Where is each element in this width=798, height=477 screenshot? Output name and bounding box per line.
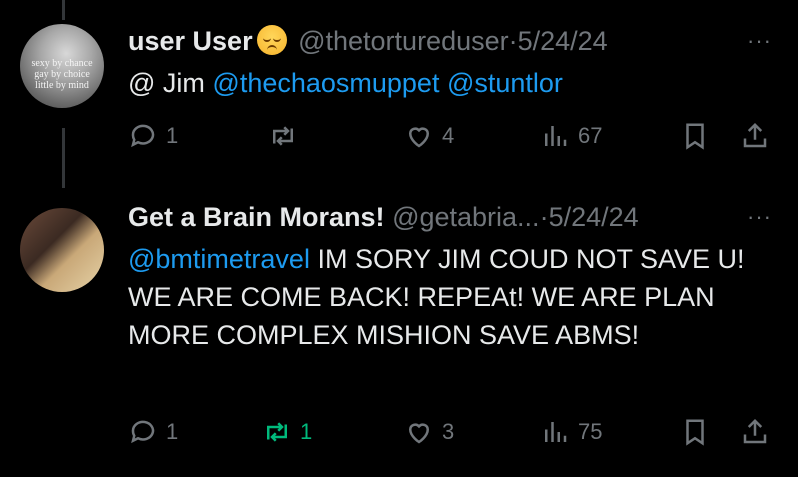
views-count: 67 — [578, 123, 603, 148]
timestamp[interactable]: 5/24/24 — [549, 202, 639, 232]
tweet-body: @bmtimetravel IM SORY JIM COUD NOT SAVE … — [128, 240, 768, 354]
like-count: 4 — [442, 123, 455, 148]
reply-count: 1 — [166, 419, 179, 444]
tweet-body: @ Jim @thechaosmuppet @stuntlor — [128, 64, 768, 102]
action-bar: 1 1 3 75 — [128, 412, 778, 452]
share-button[interactable] — [740, 116, 770, 156]
more-icon[interactable]: ··· — [747, 28, 772, 54]
retweet-icon — [267, 422, 287, 442]
display-name[interactable]: Get a Brain Morans! — [128, 202, 385, 232]
reply-button[interactable]: 1 — [128, 412, 178, 452]
separator: · — [508, 26, 518, 56]
like-button[interactable]: 4 — [404, 116, 454, 156]
reply-icon — [131, 420, 155, 444]
bookmark-icon — [686, 419, 704, 446]
reply-icon — [131, 124, 155, 148]
mention-link[interactable]: @stuntlor — [439, 68, 563, 98]
views-count: 75 — [578, 419, 603, 444]
pensive-emoji-icon — [256, 25, 287, 55]
bookmark-button[interactable] — [680, 412, 710, 452]
share-icon — [743, 122, 767, 148]
reply-button[interactable]: 1 — [128, 116, 178, 156]
views-button[interactable]: 67 — [540, 116, 602, 156]
views-icon — [545, 422, 567, 442]
retweet-button[interactable] — [268, 116, 298, 156]
like-icon — [408, 423, 430, 444]
like-count: 3 — [442, 419, 455, 444]
avatar[interactable]: sexy by chance gay by choice little by m… — [20, 24, 104, 108]
action-bar: 1 4 67 — [128, 116, 778, 156]
like-icon — [408, 127, 430, 148]
views-button[interactable]: 75 — [540, 412, 602, 452]
bookmark-button[interactable] — [680, 116, 710, 156]
bookmark-icon — [686, 123, 704, 150]
like-button[interactable]: 3 — [404, 412, 454, 452]
retweet-icon — [273, 126, 293, 146]
separator: · — [539, 202, 549, 232]
mention-link[interactable]: @thechaosmuppet — [212, 68, 439, 98]
share-icon — [743, 418, 767, 444]
tweet-2[interactable]: Get a Brain Morans! @getabria...·5/24/24… — [0, 190, 798, 477]
avatar-caption: sexy by chance gay by choice little by m… — [31, 58, 93, 91]
tweet-1[interactable]: sexy by chance gay by choice little by m… — [0, 0, 798, 190]
views-icon — [545, 126, 567, 146]
body-text: @ Jim — [128, 68, 213, 98]
more-icon[interactable]: ··· — [747, 204, 772, 230]
display-name[interactable]: user User — [128, 26, 253, 56]
tweet-header: user User @thetortureduser·5/24/24 — [128, 24, 608, 58]
avatar[interactable] — [20, 208, 104, 292]
timestamp[interactable]: 5/24/24 — [518, 26, 608, 56]
mention-link[interactable]: @bmtimetravel — [128, 244, 310, 274]
retweet-count: 1 — [300, 419, 313, 444]
share-button[interactable] — [740, 412, 770, 452]
reply-count: 1 — [166, 123, 179, 148]
tweet-header: Get a Brain Morans! @getabria...·5/24/24 — [128, 200, 639, 234]
handle[interactable]: @thetortureduser — [298, 26, 509, 56]
handle[interactable]: @getabria... — [392, 202, 540, 232]
retweet-button[interactable]: 1 — [262, 412, 312, 452]
